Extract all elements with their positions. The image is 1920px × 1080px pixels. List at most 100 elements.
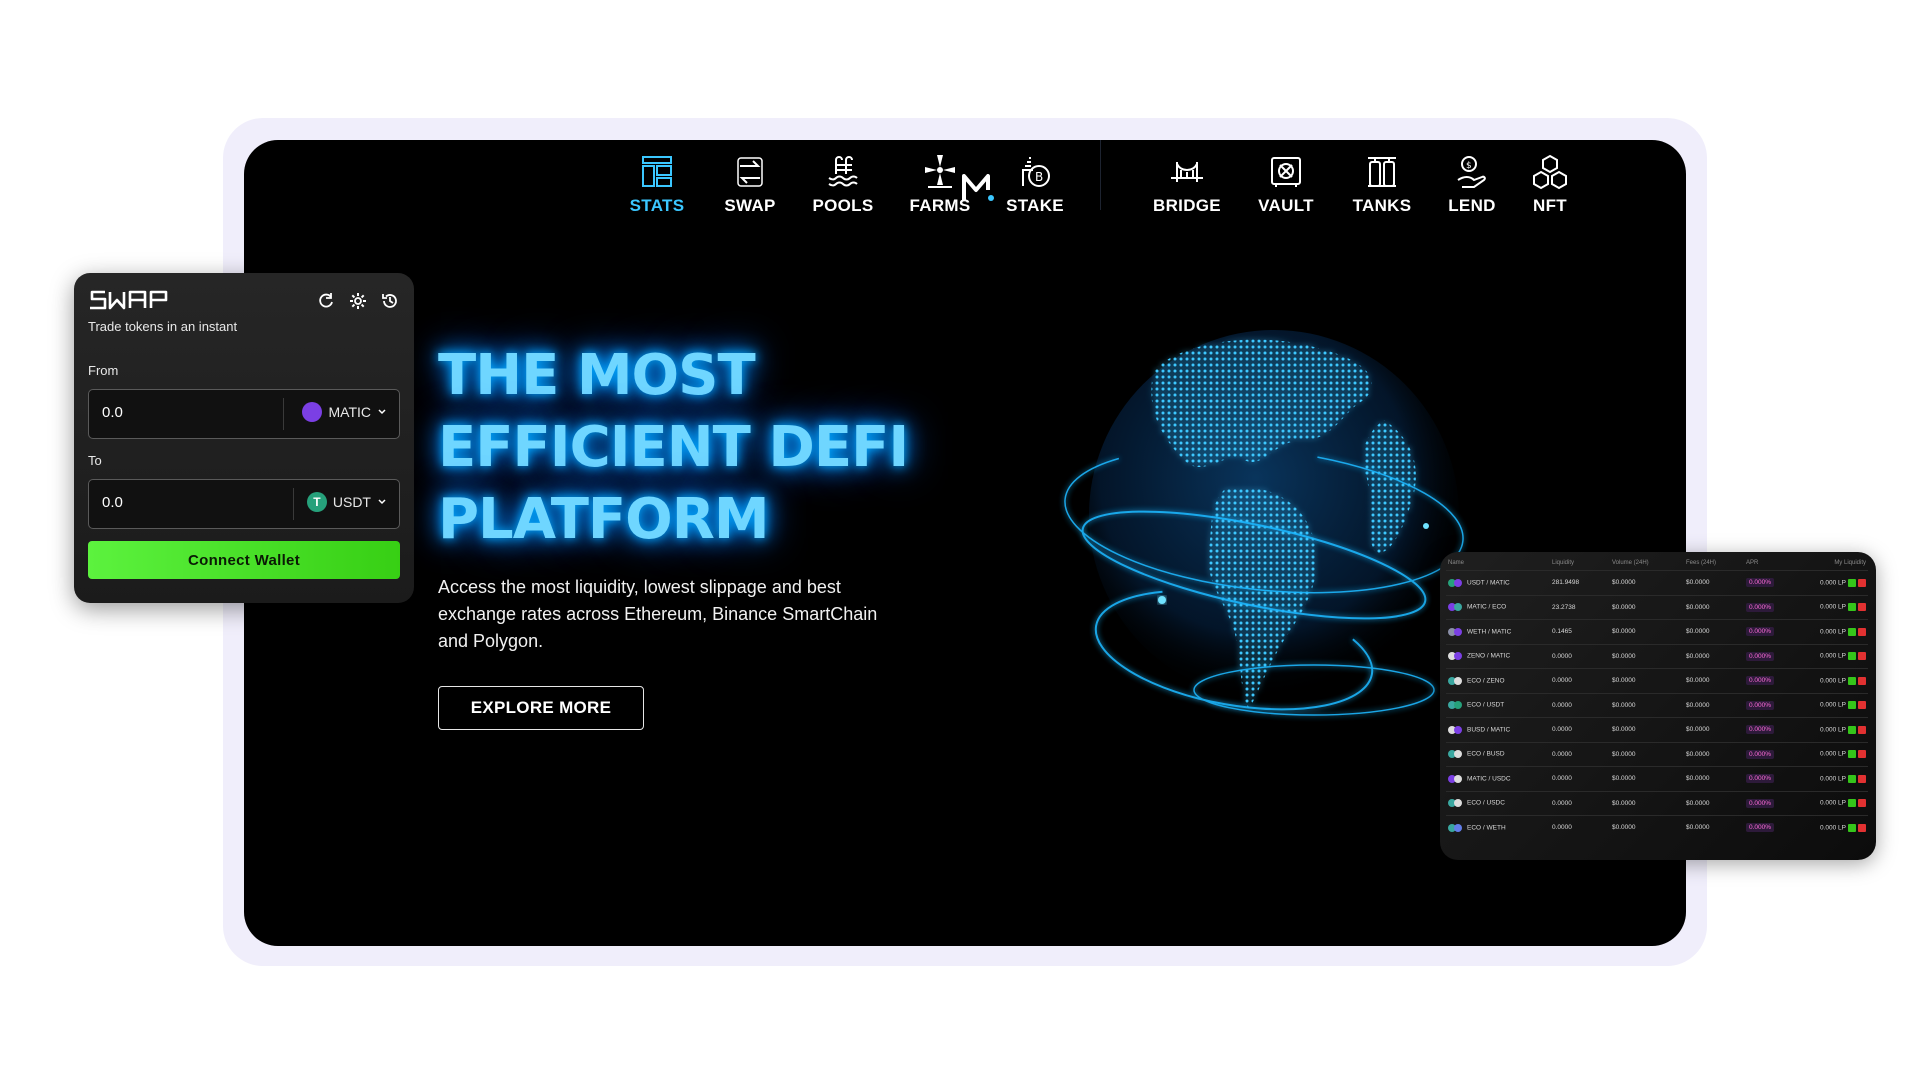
remove-liquidity-button[interactable] <box>1858 627 1866 636</box>
add-liquidity-button[interactable] <box>1848 823 1856 832</box>
nav-divider <box>1100 140 1101 210</box>
apr-badge: 0.000% <box>1746 627 1775 637</box>
liquidity-cell: 0.0000 <box>1550 790 1610 816</box>
liquidity-cell: 0.0000 <box>1550 692 1610 718</box>
nav-tanks[interactable]: TANKS <box>1337 152 1427 216</box>
my-liquidity-value: 0.000 LP <box>1819 701 1846 709</box>
nav-pools[interactable]: POOLS <box>798 152 888 216</box>
nav-swap[interactable]: SWAP <box>705 152 795 216</box>
column-header: Volume (24H) <box>1612 560 1649 566</box>
nav-label: POOLS <box>812 196 874 215</box>
column-header: Liquidity <box>1552 560 1575 566</box>
token-icon <box>1454 774 1462 783</box>
my-liquidity-cell: 0.000 LP <box>1794 692 1868 718</box>
add-liquidity-button[interactable] <box>1848 627 1856 636</box>
to-amount-input[interactable]: 0.0 <box>102 494 123 511</box>
remove-liquidity-button[interactable] <box>1858 799 1866 808</box>
explore-more-button[interactable]: EXPLORE MORE <box>438 686 644 730</box>
settings-gear-icon[interactable] <box>348 291 368 311</box>
table-row[interactable]: ECO / WETH 0.0000 $0.0000 $0.0000 0.000% 0.00… <box>1446 815 1868 840</box>
from-field[interactable]: 0.0 MATIC <box>88 389 400 439</box>
pair-token-icons <box>1448 676 1464 685</box>
refresh-icon[interactable] <box>316 291 336 311</box>
pools-table-card: Name Liquidity Volume (24H) Fees (24H) A… <box>1440 552 1876 860</box>
fees-cell: $0.0000 <box>1684 594 1744 620</box>
table-row[interactable]: ECO / ZENO 0.0000 $0.0000 $0.0000 0.000% 0.00… <box>1446 668 1868 693</box>
nav-stake[interactable]: B STAKE <box>990 152 1080 216</box>
nav-bridge[interactable]: BRIDGE <box>1142 152 1232 216</box>
chevron-down-icon <box>377 404 387 420</box>
matic-token-icon <box>302 402 323 422</box>
vault-icon <box>1266 152 1306 192</box>
add-liquidity-button[interactable] <box>1848 603 1856 612</box>
nav-lend[interactable]: $ LEND <box>1427 152 1517 216</box>
pair-name: ECO / BUSD <box>1467 750 1505 758</box>
table-row[interactable]: ECO / USDC 0.0000 $0.0000 $0.0000 0.000% 0.00… <box>1446 790 1868 816</box>
table-row[interactable]: MATIC / ECO 23.2738 $0.0000 $0.0000 0.000% 0.… <box>1446 594 1868 620</box>
add-liquidity-button[interactable] <box>1848 750 1856 759</box>
to-token-select[interactable]: T USDT <box>306 492 387 512</box>
pair-name: MATIC / USDC <box>1467 775 1511 783</box>
table-row[interactable]: BUSD / MATIC 0.0000 $0.0000 $0.0000 0.000% 0.… <box>1446 717 1868 742</box>
nav-nft[interactable]: NFT <box>1505 152 1595 216</box>
remove-liquidity-button[interactable] <box>1858 774 1866 783</box>
my-liquidity-value: 0.000 LP <box>1819 628 1846 636</box>
remove-liquidity-button[interactable] <box>1858 823 1866 832</box>
add-liquidity-button[interactable] <box>1848 676 1856 685</box>
hero-title-line: EFFICIENT DEFI <box>438 415 909 480</box>
pair-token-icons <box>1448 603 1464 612</box>
apr-cell: 0.000% <box>1744 643 1794 669</box>
table-row[interactable]: USDT / MATIC 281.9498 $0.0000 $0.0000 0.000%… <box>1446 570 1868 595</box>
add-liquidity-button[interactable] <box>1848 578 1856 587</box>
table-row[interactable]: WETH / MATIC 0.1465 $0.0000 $0.0000 0.000% 0.… <box>1446 619 1868 644</box>
pair-token-icons <box>1448 578 1464 587</box>
remove-liquidity-button[interactable] <box>1858 676 1866 685</box>
add-liquidity-button[interactable] <box>1848 701 1856 710</box>
volume-cell: $0.0000 <box>1610 668 1684 693</box>
pair-name: WETH / MATIC <box>1467 628 1512 636</box>
connect-wallet-button[interactable]: Connect Wallet <box>88 541 400 579</box>
history-icon[interactable] <box>380 291 400 311</box>
my-liquidity-cell: 0.000 LP <box>1794 815 1868 840</box>
table-row[interactable]: ZENO / MATIC 0.0000 $0.0000 $0.0000 0.000% 0.… <box>1446 643 1868 669</box>
apr-cell: 0.000% <box>1744 594 1794 620</box>
add-liquidity-button[interactable] <box>1848 799 1856 808</box>
from-amount-input[interactable]: 0.0 <box>102 404 123 421</box>
remove-liquidity-button[interactable] <box>1858 652 1866 661</box>
from-token-select[interactable]: MATIC <box>302 402 387 422</box>
m-logo-icon[interactable] <box>962 174 994 207</box>
liquidity-cell: 0.1465 <box>1550 619 1610 644</box>
apr-badge: 0.000% <box>1746 798 1775 808</box>
table-row[interactable]: MATIC / USDC 0.0000 $0.0000 $0.0000 0.000% 0.… <box>1446 766 1868 791</box>
my-liquidity-cell: 0.000 LP <box>1794 766 1868 791</box>
apr-badge: 0.000% <box>1746 823 1775 833</box>
to-field[interactable]: 0.0 T USDT <box>88 479 400 529</box>
token-icon <box>1454 676 1462 685</box>
nav-vault[interactable]: VAULT <box>1241 152 1331 216</box>
to-token-label: USDT <box>332 494 371 510</box>
add-liquidity-button[interactable] <box>1848 725 1856 734</box>
swap-card: Trade tokens in an instant From 0.0 MATI… <box>74 273 414 603</box>
fees-cell: $0.0000 <box>1684 766 1744 791</box>
volume-cell: $0.0000 <box>1610 815 1684 840</box>
remove-liquidity-button[interactable] <box>1858 725 1866 734</box>
nav-stats[interactable]: STATS <box>612 152 702 216</box>
add-liquidity-button[interactable] <box>1848 774 1856 783</box>
add-liquidity-button[interactable] <box>1848 652 1856 661</box>
remove-liquidity-button[interactable] <box>1858 578 1866 587</box>
remove-liquidity-button[interactable] <box>1858 701 1866 710</box>
liquidity-cell: 0.0000 <box>1550 766 1610 791</box>
table-row[interactable]: ECO / BUSD 0.0000 $0.0000 $0.0000 0.000% 0.00… <box>1446 741 1868 767</box>
apr-cell: 0.000% <box>1744 766 1794 791</box>
my-liquidity-value: 0.000 LP <box>1819 726 1846 734</box>
hero-description: Access the most liquidity, lowest slippa… <box>438 577 878 651</box>
farms-icon <box>920 152 960 192</box>
remove-liquidity-button[interactable] <box>1858 750 1866 759</box>
remove-liquidity-button[interactable] <box>1858 603 1866 612</box>
fees-cell: $0.0000 <box>1684 692 1744 718</box>
my-liquidity-cell: 0.000 LP <box>1794 790 1868 816</box>
volume-cell: $0.0000 <box>1610 790 1684 816</box>
volume-cell: $0.0000 <box>1610 643 1684 669</box>
token-icon <box>1454 578 1462 587</box>
table-row[interactable]: ECO / USDT 0.0000 $0.0000 $0.0000 0.000% 0.00… <box>1446 692 1868 718</box>
